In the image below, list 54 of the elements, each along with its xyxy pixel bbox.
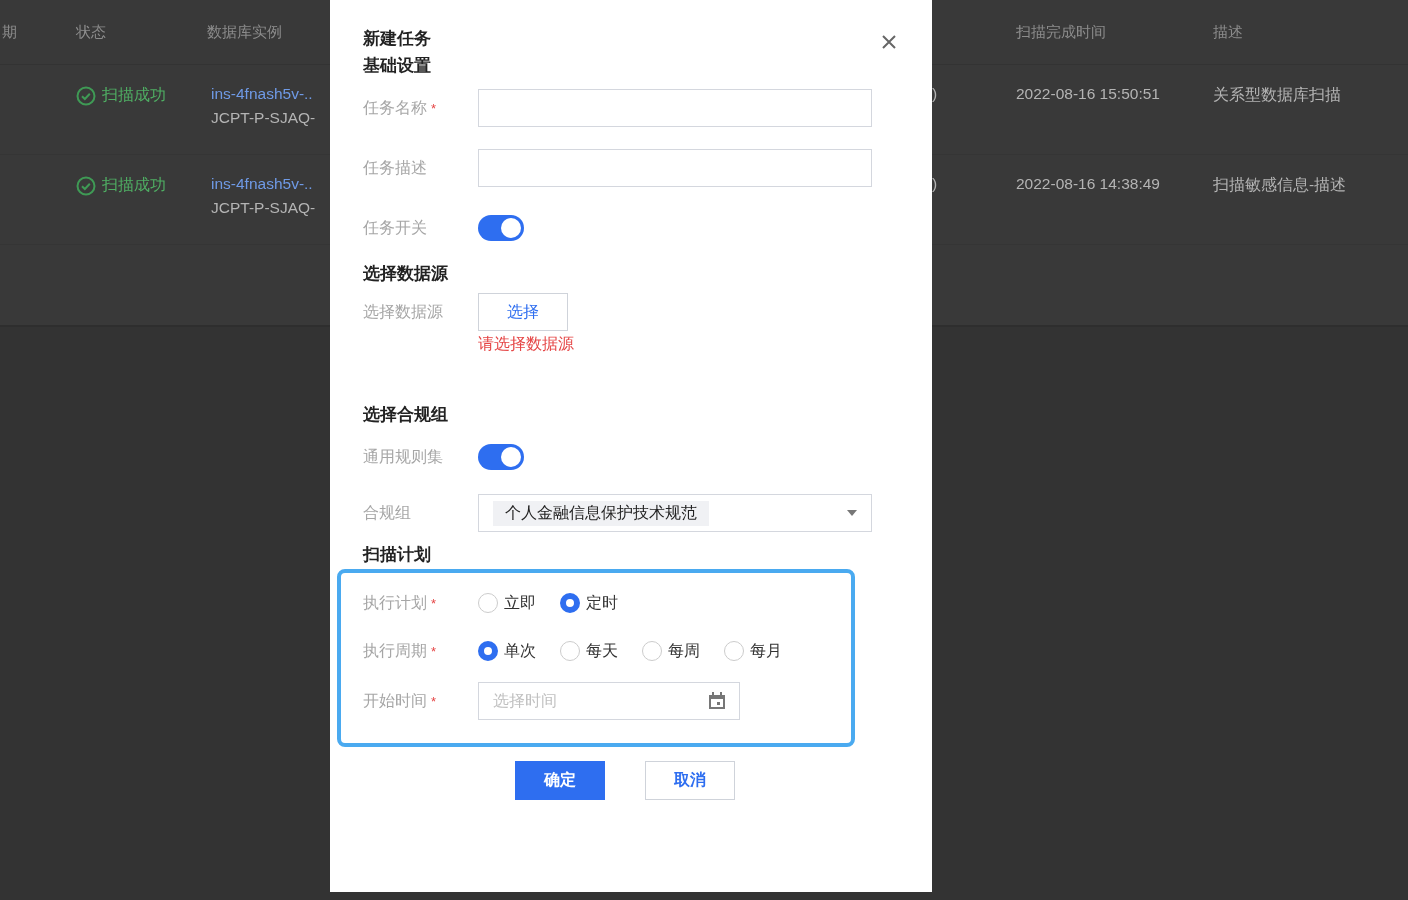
radio-option[interactable]: 每月 bbox=[724, 640, 782, 662]
column-header: 描述 bbox=[1213, 22, 1244, 42]
section-heading: 扫描计划 bbox=[363, 544, 432, 566]
field-label: 任务描述 bbox=[363, 157, 427, 178]
radio-label: 每周 bbox=[668, 640, 700, 661]
field-label: 执行计划 bbox=[363, 592, 427, 613]
error-message: 请选择数据源 bbox=[478, 334, 574, 354]
field-label: 通用规则集 bbox=[363, 446, 443, 467]
field-label: 开始时间 bbox=[363, 690, 427, 711]
dialog-title: 新建任务 bbox=[363, 27, 431, 50]
field-label: 合规组 bbox=[363, 502, 411, 523]
selected-tag: 个人金融信息保护技术规范 bbox=[493, 500, 709, 526]
date-field[interactable]: 选择时间 bbox=[478, 682, 740, 720]
field-label: 任务开关 bbox=[363, 217, 427, 238]
table-cell-text: 2022-08-16 15:50:51 bbox=[1016, 85, 1161, 103]
radio-label: 每月 bbox=[750, 640, 782, 661]
table-cell-text: ) bbox=[932, 85, 939, 103]
column-header: 数据库实例 bbox=[207, 22, 283, 42]
column-header: 期 bbox=[2, 22, 18, 42]
section-heading: 选择数据源 bbox=[363, 263, 449, 285]
table-cell-text: 扫描敏感信息-描述 bbox=[1213, 175, 1348, 195]
column-header: 扫描完成时间 bbox=[1016, 22, 1107, 42]
dropdown-field[interactable]: 个人金融信息保护技术规范 bbox=[478, 494, 872, 532]
status-text: 扫描成功 bbox=[102, 175, 166, 195]
radio-label: 立即 bbox=[504, 592, 536, 613]
instance-name: JCPT-P-SJAQ- bbox=[211, 199, 317, 217]
radio-option[interactable]: 单次 bbox=[478, 640, 536, 662]
section-heading: 选择合规组 bbox=[363, 404, 449, 426]
cancel-button[interactable]: 取消 bbox=[645, 761, 735, 800]
instance-link[interactable]: ins-4fnash5v-.. bbox=[211, 85, 330, 103]
table-cell-text: 2022-08-16 14:38:49 bbox=[1016, 175, 1161, 193]
status-text: 扫描成功 bbox=[102, 85, 166, 105]
column-header: 状态 bbox=[76, 22, 107, 42]
required-mark: * bbox=[431, 693, 437, 709]
section-heading: 基础设置 bbox=[363, 55, 432, 77]
radio-label: 定时 bbox=[586, 592, 618, 613]
select-button[interactable]: 选择 bbox=[478, 293, 568, 331]
radio-label: 单次 bbox=[504, 640, 536, 661]
instance-name: JCPT-P-SJAQ- bbox=[211, 109, 317, 127]
radio-option[interactable]: 立即 bbox=[478, 592, 536, 614]
radio-label: 每天 bbox=[586, 640, 618, 661]
required-mark: * bbox=[431, 100, 437, 116]
radio-option[interactable]: 每周 bbox=[642, 640, 700, 662]
table-cell-text: 关系型数据库扫描 bbox=[1213, 85, 1342, 105]
table-cell-text: ) bbox=[932, 175, 939, 193]
instance-link[interactable]: ins-4fnash5v-.. bbox=[211, 175, 330, 193]
required-mark: * bbox=[431, 595, 437, 611]
field-label: 选择数据源 bbox=[363, 301, 443, 322]
field-label: 执行周期 bbox=[363, 640, 427, 661]
confirm-button[interactable]: 确定 bbox=[515, 761, 605, 800]
radio-option[interactable]: 每天 bbox=[560, 640, 618, 662]
radio-option[interactable]: 定时 bbox=[560, 592, 618, 614]
required-mark: * bbox=[431, 643, 437, 659]
field-label: 任务名称 bbox=[363, 97, 427, 118]
